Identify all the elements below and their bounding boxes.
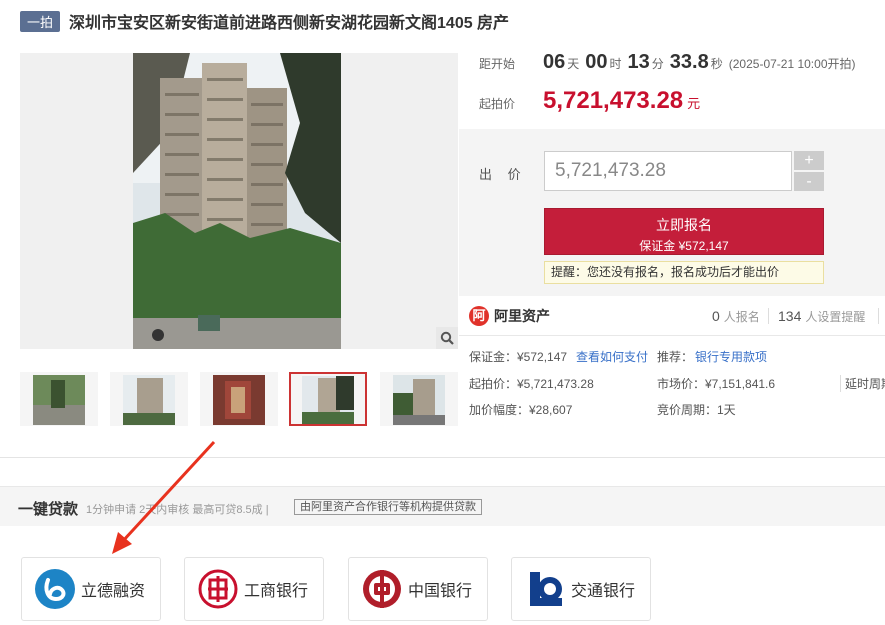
lide-logo-icon — [35, 569, 75, 609]
bank-name: 立德融资 — [81, 583, 146, 600]
main-property-image[interactable] — [20, 53, 458, 349]
thumb-image-2 — [123, 375, 175, 425]
start-price-unit: 元 — [687, 96, 701, 111]
platform-name: 阿里资产 — [494, 308, 550, 324]
countdown-label: 距开始 — [479, 57, 516, 71]
bid-decrease-button[interactable]: - — [794, 172, 824, 191]
countdown-row: 距开始 06 天 00 时 13 分 33.8 秒 (2025-07-21 10… — [479, 51, 856, 74]
platform-bar: 阿 阿里资产 0 人报名 134 人设置提醒 — [459, 296, 885, 336]
bank-card-bocom[interactable]: 交通银行 — [511, 557, 651, 621]
bank-name: 交通银行 — [571, 583, 636, 600]
bid-label: 出 价 — [479, 167, 527, 182]
countdown-seconds-unit: 秒 — [710, 57, 723, 71]
title-row: 一拍 深圳市宝安区新安街道前进路西侧新安湖花园新文阁1405 房产 — [20, 10, 509, 32]
bid-cycle: 竞价周期：1天 — [657, 403, 736, 417]
loan-provider-note: 由阿里资产合作银行等机构提供贷款 — [294, 499, 482, 515]
divider — [768, 308, 769, 324]
auction-details: 保证金：¥572,147 查看如何支付 推荐： 银行专用款项 起拍价：¥5,72… — [459, 336, 885, 426]
countdown-minutes: 13 — [627, 51, 650, 73]
bank-name: 中国银行 — [408, 583, 473, 600]
bocom-logo-icon — [530, 572, 562, 606]
bank-card-icbc[interactable]: 工商银行 — [184, 557, 324, 621]
thumb-image-4 — [302, 376, 354, 424]
signup-count: 0 人报名 — [712, 308, 760, 325]
ali-logo-icon: 阿 — [469, 306, 489, 326]
bid-area: 出 价 5,721,473.28 + - 立即报名 保证金 ¥572,147 提… — [459, 129, 885, 296]
bank-card-boc[interactable]: 中国银行 — [348, 557, 488, 621]
auction-page: 一拍 深圳市宝安区新安街道前进路西侧新安湖花园新文阁1405 房产 距开始 06… — [0, 0, 885, 625]
start-time-note: (2025-07-21 10:00开拍) — [728, 57, 856, 71]
loan-title: 一键贷款 — [18, 501, 79, 518]
bank-card-lide[interactable]: 立德融资 — [21, 557, 161, 621]
market-price: 市场价：¥7,151,841.6 — [657, 377, 776, 391]
thumbnail-2[interactable] — [110, 372, 188, 426]
auction-panel: 一拍 深圳市宝安区新安街道前进路西侧新安湖花园新文阁1405 房产 距开始 06… — [0, 0, 885, 458]
countdown-hours: 00 — [585, 51, 608, 73]
page-title: 深圳市宝安区新安街道前进路西侧新安湖花园新文阁1405 房产 — [69, 15, 510, 32]
thumbnail-4[interactable] — [289, 372, 367, 426]
countdown-days: 06 — [543, 51, 566, 73]
thumbnail-1[interactable] — [20, 372, 98, 426]
thumbnail-strip — [20, 372, 458, 426]
building-photo — [133, 53, 341, 349]
countdown-days-unit: 天 — [567, 57, 580, 71]
start-price-row: 起拍价 5,721,473.28 元 — [479, 87, 700, 115]
recommend-link[interactable]: 银行专用款项 — [695, 348, 767, 365]
boc-logo-icon — [363, 570, 401, 608]
bid-increase-button[interactable]: + — [794, 151, 824, 170]
start-price-label: 起拍价 — [479, 97, 516, 111]
signup-reminder: 提醒：您还没有报名，报名成功后才能出价 — [544, 261, 824, 284]
signup-count-value: 0 — [712, 308, 720, 324]
how-to-pay-link[interactable]: 查看如何支付 — [576, 348, 648, 365]
auction-round-tag: 一拍 — [20, 10, 61, 32]
countdown-hours-unit: 时 — [609, 57, 622, 71]
zoom-button[interactable] — [436, 327, 458, 349]
thumb-image-5 — [393, 375, 445, 425]
deposit-info: 保证金：¥572,147 — [469, 350, 568, 364]
bid-increment: 加价幅度：¥28,607 — [469, 403, 573, 417]
extension-period: 延时周期 — [840, 375, 885, 392]
reminder-count: 134 人设置提醒 — [778, 308, 865, 325]
magnifier-icon — [440, 331, 454, 345]
detail-start-price: 起拍价：¥5,721,473.28 — [469, 377, 594, 391]
thumb-image-3 — [213, 375, 265, 425]
bank-name: 工商银行 — [244, 583, 309, 600]
annotation-arrow-icon — [112, 440, 216, 554]
bid-amount-input[interactable]: 5,721,473.28 — [544, 151, 792, 191]
reminder-count-value: 134 — [778, 308, 802, 324]
platform-logo[interactable]: 阿 阿里资产 — [469, 306, 550, 326]
signup-button[interactable]: 立即报名 保证金 ¥572,147 — [544, 208, 824, 255]
thumbnail-5[interactable] — [380, 372, 458, 426]
signup-count-label: 人报名 — [723, 310, 760, 324]
signup-label: 立即报名 — [656, 217, 712, 233]
recommend-label: 推荐： — [657, 350, 694, 364]
thumbnail-3[interactable] — [200, 372, 278, 426]
icbc-logo-icon — [198, 569, 238, 609]
start-price-value: 5,721,473.28 — [543, 87, 684, 114]
countdown-seconds: 33.8 — [669, 51, 709, 73]
countdown-minutes-unit: 分 — [651, 57, 664, 71]
divider — [878, 308, 879, 324]
reminder-count-label: 人设置提醒 — [805, 310, 866, 324]
thumb-image-1 — [33, 375, 85, 425]
auction-info: 距开始 06 天 00 时 13 分 33.8 秒 (2025-07-21 10… — [459, 45, 885, 129]
signup-deposit: 保证金 ¥572,147 — [639, 239, 729, 253]
